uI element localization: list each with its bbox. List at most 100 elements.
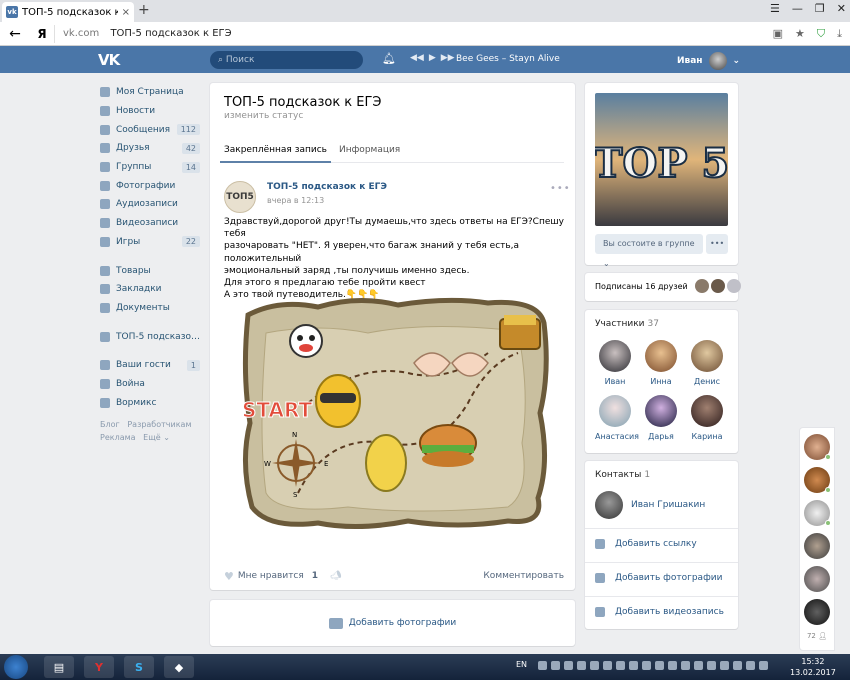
back-button[interactable]: ← (0, 26, 30, 42)
tray-icon[interactable] (551, 661, 560, 670)
sidebar-item[interactable]: Война (100, 375, 200, 394)
contact-item[interactable]: Иван Гришакин (595, 491, 705, 519)
sidebar-item[interactable]: Сообщения 112 (100, 120, 200, 139)
footer-link-blog[interactable]: Блог (100, 420, 120, 429)
star-icon[interactable]: ★ (795, 27, 805, 41)
tray-icon[interactable] (655, 661, 664, 670)
group-more-button[interactable]: ••• (706, 234, 728, 254)
tray-icon[interactable] (668, 661, 677, 670)
member-item[interactable]: Денис (687, 340, 727, 386)
sidebar-item[interactable]: Моя Страница (100, 83, 200, 102)
add-link-button[interactable]: Добавить ссылку (595, 539, 697, 549)
tray-icon[interactable] (733, 661, 742, 670)
member-item[interactable]: Инна (641, 340, 681, 386)
clock[interactable]: 15:32 13.02.2017 (790, 656, 836, 678)
contacts-title[interactable]: Контакты 1 (595, 470, 650, 480)
tray-icon[interactable] (577, 661, 586, 670)
sidebar-item[interactable]: Фотографии (100, 176, 200, 195)
game-icon[interactable]: ◆ (164, 656, 194, 678)
comment-button[interactable]: Комментировать (483, 571, 564, 581)
member-status-button[interactable]: Вы состоите в группе ⌄ (595, 234, 703, 268)
sidebar-item[interactable]: Аудиозаписи (100, 195, 200, 214)
sidebar-item[interactable]: Группы 14 (100, 158, 200, 177)
lock-icon[interactable]: ▣ (773, 27, 783, 41)
footer-link-more[interactable]: Ещё ⌄ (143, 433, 170, 442)
tray-icon[interactable] (694, 661, 703, 670)
tab-pinned[interactable]: Закреплённая запись (220, 141, 331, 163)
tray-icon[interactable] (590, 661, 599, 670)
subscribed-friends-card[interactable]: Подписаны 16 друзей (585, 273, 741, 301)
tray-icon[interactable] (681, 661, 690, 670)
member-item[interactable]: Иван (595, 340, 635, 386)
tray-icon[interactable] (720, 661, 729, 670)
shield-icon[interactable]: ⛉ (817, 27, 825, 41)
tray-icon[interactable] (642, 661, 651, 670)
friend-avatar[interactable] (804, 599, 830, 625)
footer-link-ads[interactable]: Реклама (100, 433, 136, 442)
sidebar-item[interactable]: Документы (100, 299, 200, 318)
sidebar-item[interactable]: Друзья 42 (100, 139, 200, 158)
start-button[interactable] (4, 655, 28, 679)
minimize-icon[interactable]: — (792, 2, 803, 15)
user-menu[interactable]: Иван ⌄ (677, 52, 740, 70)
member-item[interactable]: Дарья (641, 395, 681, 441)
tray-icon[interactable] (603, 661, 612, 670)
yandex-button[interactable]: Я (30, 27, 54, 41)
sidebar-item[interactable]: Видеозаписи (100, 214, 200, 233)
sidebar-item[interactable]: Новости (100, 102, 200, 121)
tray-icon[interactable] (538, 661, 547, 670)
bell-icon[interactable]: 🔔︎ (382, 52, 396, 65)
menu-icon[interactable]: ☰ (770, 2, 780, 15)
explorer-icon[interactable]: ▤ (44, 656, 74, 678)
like-button[interactable]: ♥ Мне нравится 1 (224, 570, 318, 583)
member-item[interactable]: Анастасия (595, 395, 639, 441)
post-author[interactable]: ТОП-5 подсказок к ЕГЭ (267, 182, 387, 192)
current-track[interactable]: Bee Gees – Stayn Alive (456, 54, 560, 64)
browser-tab[interactable]: vk ТОП-5 подсказок к ЕГЭ × (2, 2, 134, 22)
skype-icon[interactable]: S (124, 656, 154, 678)
yandex-browser-icon[interactable]: Y (84, 656, 114, 678)
friend-avatar[interactable] (804, 500, 831, 526)
treasure-map-image[interactable]: START N S W E (238, 293, 552, 533)
post-date[interactable]: вчера в 12:13 (267, 196, 324, 205)
friends-online-count[interactable]: 72 👤︎ (800, 632, 834, 640)
add-photo-card[interactable]: Добавить фотографии (210, 600, 575, 646)
close-window-icon[interactable]: ✕ (837, 2, 846, 15)
sidebar-item[interactable]: Закладки (100, 280, 200, 299)
tray-icon[interactable] (629, 661, 638, 670)
sidebar-item[interactable]: Ваши гости 1 (100, 356, 200, 375)
friend-avatar[interactable] (804, 533, 830, 559)
members-title[interactable]: Участники 37 (595, 319, 659, 329)
friend-avatar[interactable] (804, 566, 830, 592)
prev-track-icon[interactable]: ◀◀ (410, 53, 424, 63)
tray-icon[interactable] (616, 661, 625, 670)
vk-logo[interactable]: VK (98, 51, 120, 69)
url-input[interactable]: vk.com ТОП-5 подсказок к ЕГЭ (54, 24, 773, 43)
footer-link-devs[interactable]: Разработчикам (127, 420, 191, 429)
friend-avatar[interactable] (804, 467, 831, 493)
play-icon[interactable]: ▶ (429, 53, 436, 63)
tab-close-icon[interactable]: × (122, 7, 130, 18)
search-input[interactable]: ⌕ Поиск (210, 51, 363, 69)
tray-icon[interactable] (759, 661, 768, 670)
add-video-button[interactable]: Добавить видеозапись (595, 607, 724, 617)
tray-icon[interactable] (707, 661, 716, 670)
tab-info[interactable]: Информация (335, 141, 404, 163)
download-icon[interactable]: ⤓ (837, 27, 842, 41)
member-item[interactable]: Карина (687, 395, 727, 441)
sidebar-item[interactable]: Вормикс (100, 393, 200, 412)
group-cover-image[interactable]: TOP 5 (595, 93, 728, 226)
friend-avatar[interactable] (804, 434, 831, 460)
tray-icon[interactable] (564, 661, 573, 670)
sidebar-item[interactable]: Товары (100, 261, 200, 280)
share-icon[interactable]: 📣︎ (330, 571, 341, 581)
post-avatar[interactable]: ТОП5 (224, 181, 256, 213)
language-indicator[interactable]: EN (516, 660, 527, 669)
edit-status-link[interactable]: изменить статус (224, 111, 303, 121)
tray-icon[interactable] (746, 661, 755, 670)
new-tab-button[interactable]: + (138, 2, 150, 18)
post-more-icon[interactable]: ••• (550, 183, 571, 194)
sidebar-item[interactable]: Игры 22 (100, 233, 200, 252)
add-photos-button[interactable]: Добавить фотографии (595, 573, 722, 583)
menu-item-group[interactable]: ТОП-5 подсказок.. (100, 327, 200, 346)
